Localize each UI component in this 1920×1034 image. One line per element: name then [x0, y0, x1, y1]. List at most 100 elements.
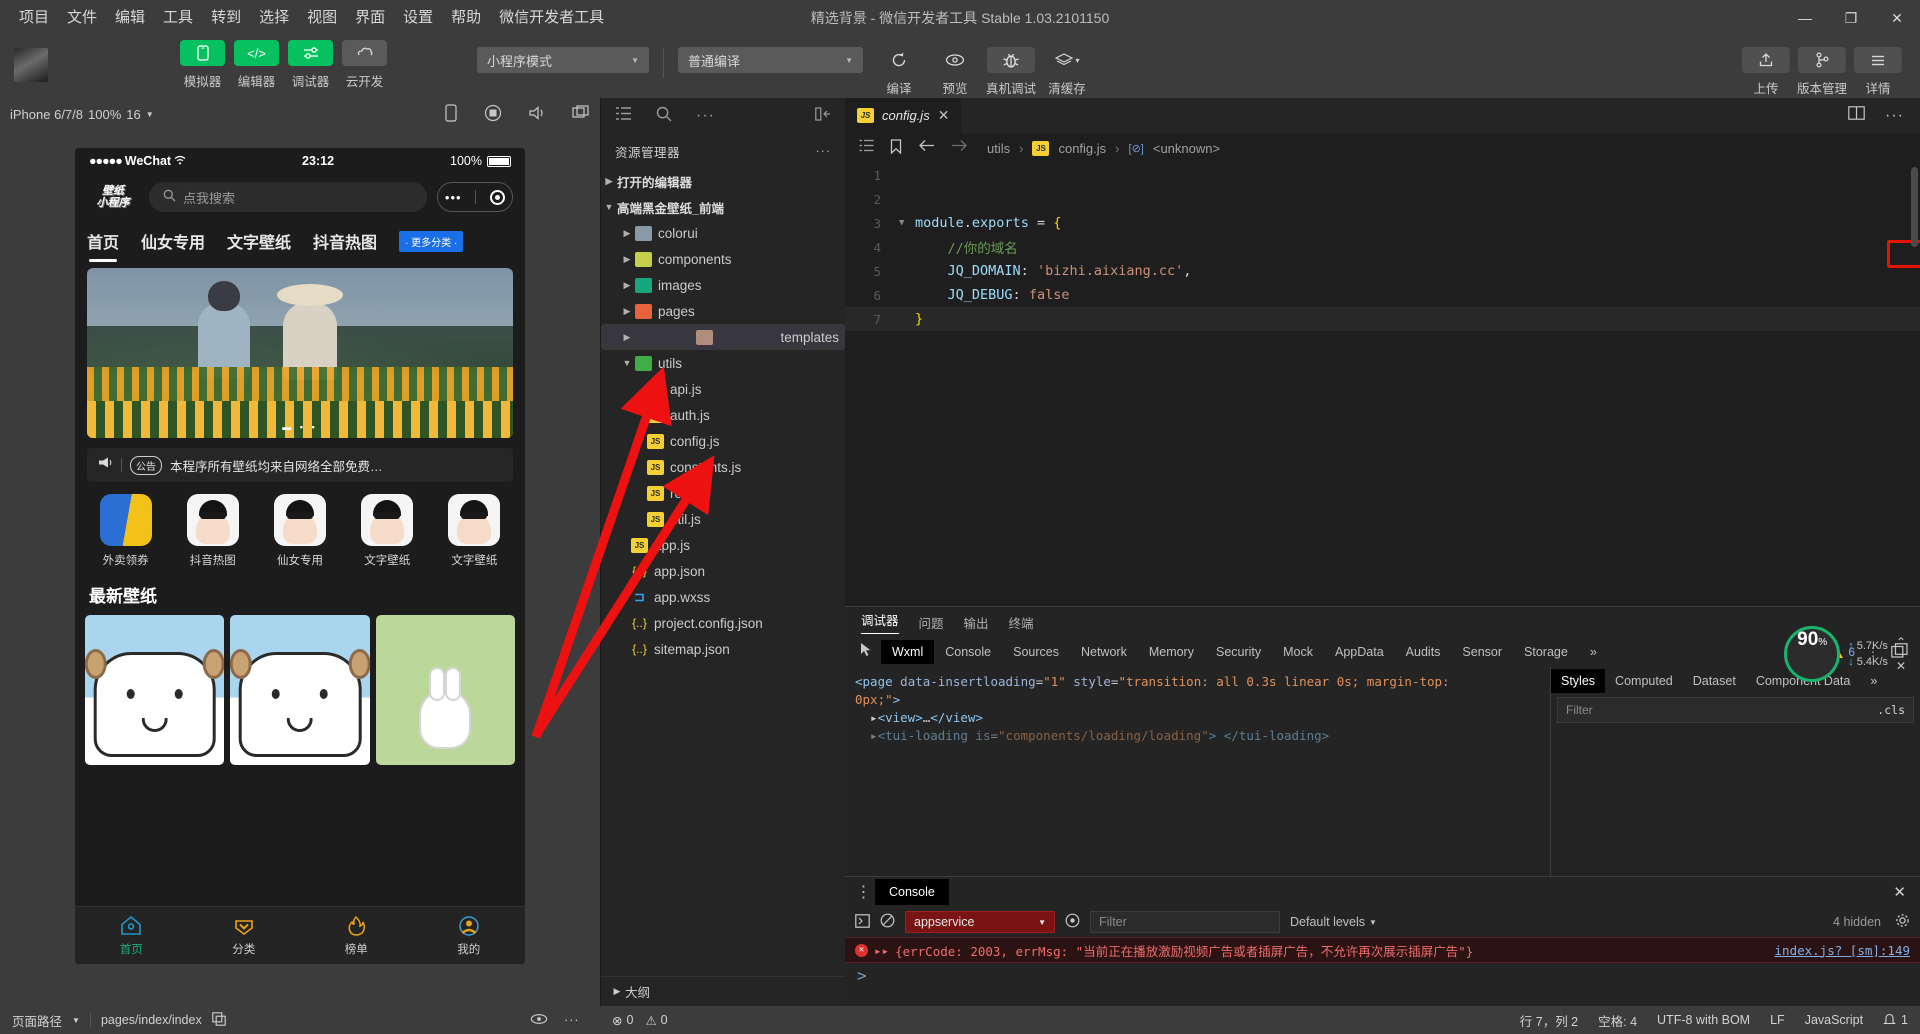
- explorer-more-icon[interactable]: ···: [816, 144, 832, 158]
- ellipsis-icon[interactable]: ···: [564, 1013, 580, 1027]
- console-prompt[interactable]: >: [845, 963, 1920, 987]
- wxml-tree-pane[interactable]: <page data-insertloading="1" style="tran…: [845, 667, 1550, 876]
- toolbar-button-preview[interactable]: 预览: [927, 47, 983, 97]
- styles-filter-input[interactable]: Filter .cls: [1557, 697, 1914, 723]
- console-kebab-icon[interactable]: ⋮: [853, 882, 875, 902]
- devtools-tab-mock[interactable]: Mock: [1272, 640, 1324, 664]
- chevron-down-icon[interactable]: ▼: [72, 1016, 80, 1025]
- toolbar-button-version[interactable]: 版本管理: [1794, 47, 1850, 97]
- menu-item-0[interactable]: 项目: [10, 0, 58, 36]
- tree-row-images[interactable]: ▶ images: [601, 272, 845, 298]
- forward-arrow-icon[interactable]: [951, 139, 968, 157]
- devtools-tab-terminal[interactable]: 终端: [1009, 613, 1034, 632]
- devtools-tab-wxml[interactable]: Wxml: [881, 640, 935, 664]
- menu-item-3[interactable]: 工具: [154, 0, 202, 36]
- grid-item-0[interactable]: 外卖领券: [85, 494, 166, 568]
- status-encoding[interactable]: UTF-8 with BOM: [1657, 1013, 1750, 1027]
- grid-item-3[interactable]: 文字壁纸: [347, 494, 428, 568]
- copy-icon[interactable]: [211, 1011, 226, 1029]
- console-close-icon[interactable]: ✕: [1893, 883, 1920, 901]
- editor-scrollbar-thumb[interactable]: [1911, 167, 1918, 247]
- menu-item-8[interactable]: 设置: [394, 0, 442, 36]
- console-execute-icon[interactable]: [855, 913, 870, 931]
- toolbar-button-upload[interactable]: 上传: [1738, 47, 1794, 97]
- breadcrumb-item-file[interactable]: config.js: [1058, 141, 1106, 156]
- close-icon[interactable]: ✕: [1896, 659, 1906, 673]
- tree-row-sitemap-json[interactable]: {..} sitemap.json: [601, 636, 845, 662]
- devtools-tab-audits[interactable]: Audits: [1395, 640, 1452, 664]
- status-eol[interactable]: LF: [1770, 1013, 1785, 1027]
- tabbar-item-home[interactable]: 首页: [75, 915, 188, 957]
- devtools-tab-storage[interactable]: Storage: [1513, 640, 1579, 664]
- tree-row-templates[interactable]: ▶ templates: [601, 324, 845, 350]
- console-tab[interactable]: Console: [875, 879, 949, 905]
- tree-row-rest-js[interactable]: JS rest.js: [601, 480, 845, 506]
- console-eye-icon[interactable]: [1065, 913, 1080, 931]
- menu-item-10[interactable]: 微信开发者工具: [490, 0, 613, 36]
- tree-row-app-js[interactable]: JS app.js: [601, 532, 845, 558]
- eye-icon[interactable]: [530, 1013, 548, 1028]
- cls-toggle-button[interactable]: .cls: [1877, 703, 1905, 717]
- fold-chevron-icon[interactable]: ▼: [899, 218, 915, 228]
- phone-tab-2[interactable]: 文字壁纸: [227, 229, 291, 253]
- wxml-line-2[interactable]: ▸<view>…</view>: [855, 709, 1540, 727]
- toolbar-button-realdebug[interactable]: 真机调试: [983, 47, 1039, 97]
- grid-item-4[interactable]: 文字壁纸: [434, 494, 515, 568]
- devtools-tab-console[interactable]: Console: [934, 640, 1002, 664]
- wechat-capsule[interactable]: •••: [437, 182, 513, 212]
- devtools-tab-output[interactable]: 输出: [964, 613, 989, 632]
- search-icon[interactable]: [656, 106, 672, 127]
- network-monitor-badge[interactable]: 90 % ↑ 5.7K/s ↓ 5.4K/s ⌃ ✕: [1784, 626, 1906, 682]
- volume-icon[interactable]: [528, 105, 546, 124]
- tree-row-app-wxss[interactable]: ⊐ app.wxss: [601, 584, 845, 610]
- devtools-tab-security[interactable]: Security: [1205, 640, 1272, 664]
- tree-row-util-js[interactable]: JS util.js: [601, 506, 845, 532]
- wallpaper-card-0[interactable]: [85, 615, 225, 765]
- tree-row-utils[interactable]: ▼ utils: [601, 350, 845, 376]
- menu-item-9[interactable]: 帮助: [442, 0, 490, 36]
- close-button[interactable]: ✕: [1874, 0, 1920, 36]
- styles-tab-computed[interactable]: Computed: [1605, 669, 1683, 693]
- collapse-icon[interactable]: ⌃: [1896, 635, 1906, 649]
- window-icon[interactable]: [572, 104, 590, 124]
- console-error-source[interactable]: index.js? [sm]:149: [1775, 943, 1910, 958]
- gear-icon[interactable]: [1895, 913, 1910, 931]
- status-cursor-position[interactable]: 行 7，列 2: [1520, 1011, 1578, 1030]
- tabbar-item-category[interactable]: 分类: [188, 915, 301, 957]
- record-icon[interactable]: [484, 104, 502, 125]
- status-notifications[interactable]: 1: [1883, 1012, 1908, 1029]
- maximize-button[interactable]: ❐: [1828, 0, 1874, 36]
- console-clear-icon[interactable]: [880, 913, 895, 931]
- open-editors-row[interactable]: ▶ 打开的编辑器: [601, 168, 845, 194]
- toolbar-button-compile[interactable]: 编译: [871, 47, 927, 97]
- mode-select[interactable]: 小程序模式 ▼: [477, 47, 649, 73]
- wallpaper-card-1[interactable]: [230, 615, 370, 765]
- console-filter-input[interactable]: Filter: [1090, 911, 1280, 933]
- phone-tab-1[interactable]: 仙女专用: [141, 229, 205, 253]
- code-area[interactable]: 1 2 3 ▼ module.exports = { 4 //你的域名 5 JQ…: [845, 163, 1920, 606]
- console-error-row[interactable]: ✕ ▸▸ {errCode: 2003, errMsg: "当前正在播放激励视频…: [845, 937, 1920, 963]
- tree-row-app-json[interactable]: {..} app.json: [601, 558, 845, 584]
- wallpaper-card-2[interactable]: [375, 615, 515, 765]
- tree-row-project-config-json[interactable]: {..} project.config.json: [601, 610, 845, 636]
- tabbar-item-rank[interactable]: 榜单: [300, 915, 413, 957]
- wxml-line-3[interactable]: ▸<tui-loading is="components/loading/loa…: [855, 727, 1540, 745]
- devtools-tab-debugger[interactable]: 调试器: [861, 610, 899, 634]
- phone-tab-3[interactable]: 抖音热图: [313, 229, 377, 253]
- styles-tab-dataset[interactable]: Dataset: [1683, 669, 1746, 693]
- console-context-select[interactable]: appservice ▼: [905, 911, 1055, 933]
- tree-row-constants-js[interactable]: JS constants.js: [601, 454, 845, 480]
- tree-row-pages[interactable]: ▶ pages: [601, 298, 845, 324]
- toolbar-button-editor[interactable]: </> 编辑器: [234, 40, 279, 90]
- outline-icon[interactable]: [859, 139, 874, 157]
- tabbar-item-mine[interactable]: 我的: [413, 915, 526, 957]
- grid-item-2[interactable]: 仙女专用: [259, 494, 340, 568]
- announcement-bar[interactable]: 公告 本程序所有壁纸均来自网络全部免费…: [87, 448, 513, 482]
- status-language[interactable]: JavaScript: [1805, 1013, 1863, 1027]
- devtools-tab-appdata[interactable]: AppData: [1324, 640, 1395, 664]
- status-indentation[interactable]: 空格: 4: [1598, 1011, 1637, 1030]
- devtools-tabs-overflow[interactable]: »: [1579, 640, 1608, 664]
- menu-item-6[interactable]: 视图: [298, 0, 346, 36]
- close-icon[interactable]: ✕: [938, 107, 950, 124]
- more-categories-button[interactable]: · 更多分类 ·: [399, 230, 464, 252]
